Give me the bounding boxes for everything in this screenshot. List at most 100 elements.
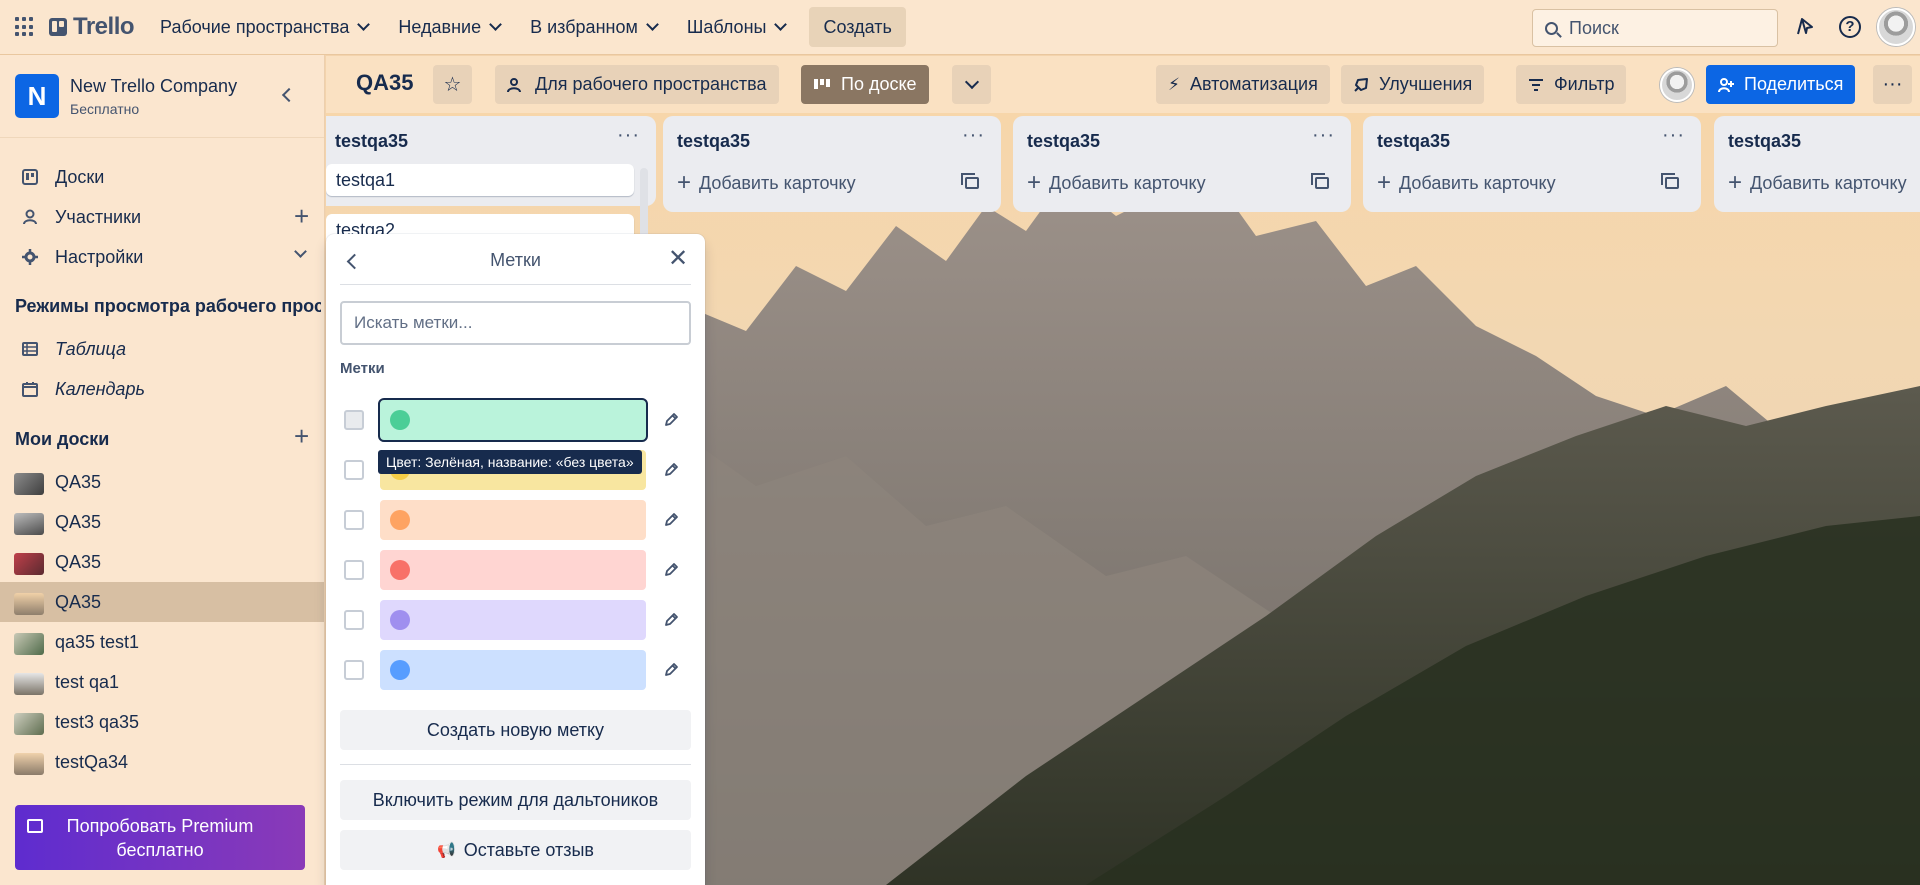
create-button[interactable]: Создать	[809, 7, 906, 47]
nav-recent[interactable]: Недавние	[386, 7, 512, 47]
label-checkbox-orange[interactable]	[344, 510, 364, 530]
label-purple[interactable]	[380, 600, 646, 640]
list-title[interactable]: testqa35	[1377, 131, 1450, 152]
try-premium-button[interactable]: Попробовать Premium бесплатно	[15, 805, 305, 870]
view-switcher-button[interactable]	[952, 65, 991, 104]
gear-icon	[22, 249, 38, 265]
label-color-dot	[390, 610, 410, 630]
chevron-down-icon[interactable]	[294, 245, 307, 258]
sidebar-board-item-active[interactable]: QA35	[0, 582, 324, 622]
help-icon[interactable]: ?	[1837, 14, 1863, 40]
close-icon[interactable]: ✕	[668, 244, 688, 273]
label-checkbox-yellow[interactable]	[344, 460, 364, 480]
sidebar-item-boards[interactable]: Доски	[0, 157, 324, 197]
list-menu-icon[interactable]: ···	[1662, 124, 1685, 147]
chevron-down-icon	[645, 18, 659, 31]
add-card-button[interactable]: + Добавить карточку	[1728, 171, 1907, 195]
nav-starred[interactable]: В избранном	[518, 7, 669, 47]
add-member-icon[interactable]: +	[294, 203, 309, 229]
chevron-down-icon	[357, 18, 371, 31]
visibility-button[interactable]: Для рабочего пространства	[495, 65, 779, 104]
list-title[interactable]: testqa35	[335, 131, 408, 152]
sidebar-board-item[interactable]: QA35	[0, 462, 324, 502]
list-column: testqa35 ··· + Добавить карточку	[1363, 116, 1701, 212]
card-template-icon[interactable]	[1311, 173, 1329, 189]
feedback-label: Оставьте отзыв	[463, 839, 594, 860]
sidebar-item-calendar[interactable]: Календарь	[0, 369, 324, 409]
automation-button[interactable]: ⚡ Автоматизация	[1156, 65, 1330, 104]
sidebar-board-item[interactable]: test qa1	[0, 662, 324, 702]
board-title[interactable]: QA35	[356, 70, 413, 96]
list-title[interactable]: testqa35	[1027, 131, 1100, 152]
sidebar-item-settings[interactable]: Настройки	[0, 237, 324, 277]
trello-logo[interactable]: Trello	[49, 13, 135, 41]
notifications-icon[interactable]	[1792, 14, 1818, 40]
search-input[interactable]: Поиск	[1532, 9, 1778, 47]
card-template-icon[interactable]	[961, 173, 979, 189]
sidebar: N New Trello Company Бесплатно Доски Уча…	[0, 55, 325, 885]
board-name: QA35	[55, 591, 102, 612]
sidebar-board-item[interactable]: QA35	[0, 502, 324, 542]
pencil-icon[interactable]	[663, 612, 679, 628]
user-avatar[interactable]	[1877, 8, 1915, 46]
label-green[interactable]	[378, 398, 648, 442]
pencil-icon[interactable]	[663, 662, 679, 678]
workspace-logo[interactable]: N	[15, 74, 59, 118]
app-switcher-icon[interactable]	[15, 17, 35, 37]
pencil-icon[interactable]	[663, 562, 679, 578]
label-checkbox-blue[interactable]	[344, 660, 364, 680]
sidebar-item-members[interactable]: Участники +	[0, 197, 324, 237]
feedback-button[interactable]: 📢 Оставьте отзыв	[340, 830, 691, 870]
star-icon: ☆	[443, 74, 462, 96]
chevron-down-icon	[964, 74, 979, 90]
card-template-icon[interactable]	[1661, 173, 1679, 189]
sidebar-board-item[interactable]: qa35 test1	[0, 622, 324, 662]
list-menu-icon[interactable]: ···	[1312, 124, 1335, 147]
label-checkbox-red[interactable]	[344, 560, 364, 580]
add-card-button[interactable]: + Добавить карточку	[677, 171, 856, 195]
nav-workspaces[interactable]: Рабочие пространства	[148, 7, 380, 47]
pencil-icon[interactable]	[663, 412, 679, 428]
label-red[interactable]	[380, 550, 646, 590]
popover-title: Метки	[490, 250, 541, 270]
board-name: QA35	[55, 511, 102, 532]
powerups-button[interactable]: Улучшения	[1341, 65, 1485, 104]
label-checkbox-green[interactable]	[344, 410, 364, 430]
filter-button[interactable]: Фильтр	[1516, 65, 1627, 104]
add-board-icon[interactable]: +	[294, 423, 309, 449]
chevron-down-icon	[774, 18, 788, 31]
label-orange[interactable]	[380, 500, 646, 540]
add-card-button[interactable]: + Добавить карточку	[1377, 171, 1556, 195]
plus-icon: +	[1728, 169, 1743, 196]
create-label-button[interactable]: Создать новую метку	[340, 710, 691, 750]
list-card[interactable]: testqa1	[326, 164, 634, 196]
list-menu-icon[interactable]: ···	[617, 124, 640, 147]
sidebar-board-item[interactable]: test3 qa35	[0, 702, 324, 742]
sidebar-board-item[interactable]: testQa34	[0, 742, 324, 782]
view-board-button[interactable]: По доске	[801, 65, 929, 104]
label-checkbox-purple[interactable]	[344, 610, 364, 630]
pencil-icon[interactable]	[663, 462, 679, 478]
colorblind-mode-button[interactable]: Включить режим для дальтоников	[340, 780, 691, 820]
share-button[interactable]: Поделиться	[1706, 65, 1856, 104]
member-avatar[interactable]	[1660, 68, 1694, 102]
search-labels-input[interactable]	[340, 301, 691, 345]
rocket-icon	[1354, 77, 1368, 92]
sidebar-item-table[interactable]: Таблица	[0, 329, 324, 369]
workspace-name[interactable]: New Trello Company	[70, 76, 237, 97]
briefcase-icon	[27, 819, 43, 833]
nav-templates[interactable]: Шаблоны	[675, 7, 798, 47]
pencil-icon[interactable]	[663, 512, 679, 528]
list-title[interactable]: testqa35	[1728, 131, 1801, 152]
more-icon: ···	[1882, 73, 1903, 95]
collapse-sidebar-icon[interactable]	[281, 87, 297, 103]
star-board-button[interactable]: ☆	[433, 65, 472, 104]
board-name: testQa34	[55, 751, 129, 772]
list-menu-icon[interactable]: ···	[962, 124, 985, 147]
sidebar-board-item[interactable]: QA35	[0, 542, 324, 582]
labels-popover: Метки ✕ Метки Цвет: Зелёная, название: «…	[326, 234, 705, 885]
list-title[interactable]: testqa35	[677, 131, 750, 152]
board-menu-button[interactable]: ···	[1873, 65, 1912, 104]
add-card-button[interactable]: + Добавить карточку	[1027, 171, 1206, 195]
label-blue[interactable]	[380, 650, 646, 690]
